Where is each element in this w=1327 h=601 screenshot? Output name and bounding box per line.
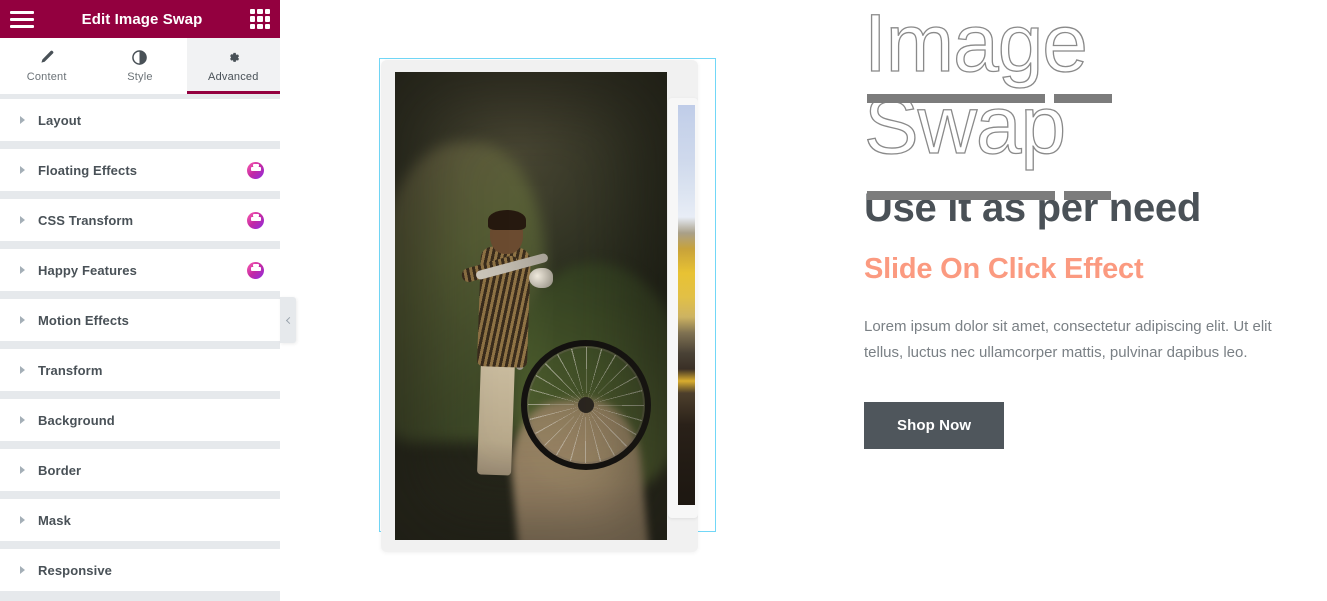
happyaddons-badge-icon [247, 261, 264, 279]
section-mask[interactable]: Mask [0, 499, 280, 541]
section-floating-effects[interactable]: Floating Effects [0, 149, 280, 191]
section-label: Border [38, 462, 82, 478]
photo-bike-lamp [529, 268, 553, 288]
section-label: CSS Transform [38, 212, 134, 228]
section-layout[interactable]: Layout [0, 99, 280, 141]
outline-title-line1-text: Image [863, 0, 1088, 89]
tab-style[interactable]: Style [93, 38, 187, 94]
underline-bar-3 [867, 191, 1055, 200]
photo-person-hair [488, 210, 526, 230]
section-label: Background [38, 412, 115, 428]
section-background[interactable]: Background [0, 399, 280, 441]
image-swap-card[interactable] [381, 60, 698, 552]
section-transform[interactable]: Transform [0, 349, 280, 391]
section-label: Floating Effects [38, 162, 138, 178]
back-image-strip [678, 105, 695, 505]
section-responsive[interactable]: Responsive [0, 549, 280, 591]
photo-bike-hub [578, 397, 594, 413]
section-label: Mask [38, 512, 71, 528]
grid-icon[interactable] [250, 9, 270, 29]
panel-tabs: Content Style Advanced [0, 38, 281, 95]
hero-subheading: Slide On Click Effect [864, 252, 1144, 285]
page-title: Edit Image Swap [81, 10, 203, 28]
image-swap-widget[interactable] [379, 58, 716, 552]
image-swap-front-image[interactable] [395, 72, 667, 540]
chevron-left-icon [285, 316, 293, 324]
editor-canvas: Image Swap Use it as per need Slide On C… [280, 0, 1327, 601]
section-label: Responsive [38, 562, 112, 578]
hero-content: Image Swap Use it as per need Slide On C… [863, 0, 1294, 450]
section-motion-effects[interactable]: Motion Effects [0, 299, 280, 341]
photo-person-legs [477, 359, 515, 476]
underline-bar-2 [1054, 94, 1112, 103]
panel-collapse-handle[interactable] [280, 297, 296, 343]
caret-right-icon [20, 366, 25, 374]
contrast-icon [132, 49, 148, 65]
gear-icon [226, 49, 241, 65]
shop-now-button[interactable]: Shop Now [864, 402, 1005, 450]
tab-content[interactable]: Content [0, 38, 94, 94]
editor-panel: Edit Image Swap Content Style Advanced L… [0, 0, 281, 601]
section-label: Happy Features [38, 262, 137, 278]
tab-advanced[interactable]: Advanced [186, 38, 281, 94]
panel-sections: Layout Floating Effects CSS Transform Ha… [0, 95, 280, 601]
caret-right-icon [20, 466, 25, 474]
hero-paragraph: Lorem ipsum dolor sit amet, consectetur … [864, 317, 1272, 361]
tab-advanced-label: Advanced [208, 71, 259, 83]
happyaddons-badge-icon [247, 161, 264, 179]
elementor-editor-screen: Edit Image Swap Content Style Advanced L… [0, 0, 1327, 601]
outline-title: Image Swap [863, 2, 1294, 200]
caret-right-icon [20, 266, 25, 274]
section-css-transform[interactable]: CSS Transform [0, 199, 280, 241]
image-swap-back-image[interactable] [668, 98, 698, 518]
underline-bar-1 [867, 94, 1045, 103]
pencil-icon [39, 49, 54, 65]
tab-content-label: Content [26, 71, 67, 83]
caret-right-icon [20, 116, 25, 124]
caret-right-icon [20, 166, 25, 174]
caret-right-icon [20, 416, 25, 424]
underline-bar-4 [1064, 191, 1111, 200]
caret-right-icon [20, 516, 25, 524]
hamburger-icon[interactable] [10, 10, 34, 28]
caret-right-icon [20, 316, 25, 324]
panel-header: Edit Image Swap [0, 0, 280, 38]
section-label: Motion Effects [38, 312, 129, 328]
caret-right-icon [20, 566, 25, 574]
happyaddons-badge-icon [247, 211, 264, 229]
outline-title-line1: Image [863, 2, 1294, 88]
caret-right-icon [20, 216, 25, 224]
section-happy-features[interactable]: Happy Features [0, 249, 280, 291]
section-label: Transform [38, 362, 103, 378]
tab-style-label: Style [127, 71, 153, 83]
section-label: Layout [38, 112, 82, 128]
section-border[interactable]: Border [0, 449, 280, 491]
